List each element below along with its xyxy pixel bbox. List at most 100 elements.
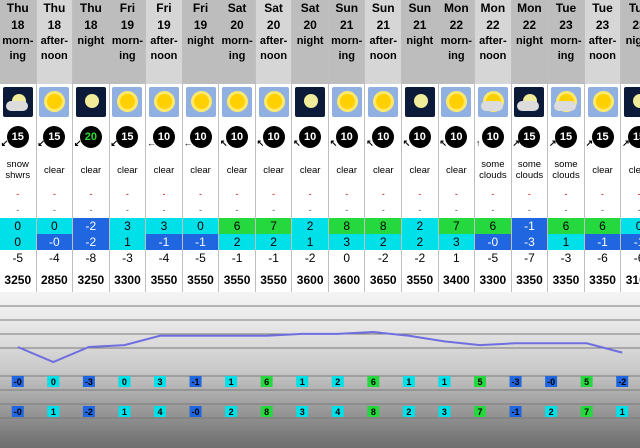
freezing-level-chart: -0 0 -3 0 3 -1 1 6 1 2 6 1 1 5 -3 -0 5 -2 -0 1 -2 1 4 -0 2 8 3 4 8 2 3… xyxy=(0,305,640,433)
wind-speed: 20 xyxy=(84,131,97,143)
day-label: Sun xyxy=(335,1,359,15)
weather-cell xyxy=(109,84,147,120)
rain-cell: - xyxy=(0,202,37,218)
freezing-level-cell: 3300 xyxy=(109,266,147,294)
rain-cell: - xyxy=(328,202,366,218)
date-label: 20 xyxy=(266,18,281,32)
snow-value: - xyxy=(381,189,385,199)
weather-description: clear xyxy=(44,164,65,176)
snow-cell: - xyxy=(291,186,329,202)
sw-arrow-icon: ↙ xyxy=(73,138,82,148)
wind-speed: 10 xyxy=(157,131,171,143)
temp-2000m-chip: -3 xyxy=(82,376,95,387)
temp-1500m-chip: 3 xyxy=(296,406,309,417)
temp-1500m-chip: 2 xyxy=(545,406,558,417)
wind-cell: ↙ 15 xyxy=(36,120,74,154)
wind-cell: ↖ 10 xyxy=(218,120,256,154)
wind-chill-value: -6 xyxy=(633,251,640,265)
sun-icon xyxy=(185,87,216,117)
wind-cell: ↖ 10 xyxy=(255,120,293,154)
freezing-level-cell: 3550 xyxy=(218,266,256,294)
weather-cell xyxy=(182,84,220,120)
temp-1500m-chip: -0 xyxy=(11,406,24,417)
date-label: 20 xyxy=(230,18,244,32)
period-label: ing xyxy=(9,50,27,62)
chill-cell: -5 xyxy=(182,250,220,266)
weather-icon-row xyxy=(0,84,640,120)
freezing-level-value: 3650 xyxy=(369,273,397,287)
description-cell: clear xyxy=(438,154,476,186)
max-temp-cell: 0 xyxy=(182,218,220,234)
period-label: after- xyxy=(479,35,507,47)
rain-value: - xyxy=(89,205,93,215)
rain-cell: - xyxy=(364,202,403,218)
wind-speed-badge: ↙ 15 xyxy=(37,126,66,148)
temp-2000m-chip: -0 xyxy=(545,376,558,387)
temp-2000m-value: 1 xyxy=(442,377,447,387)
wind-chill-value: -1 xyxy=(231,251,243,265)
weather-cell xyxy=(584,84,622,120)
wind-chill-value: -4 xyxy=(48,251,60,265)
max-temp-value: 0 xyxy=(197,219,204,233)
max-temp-cell: 6 xyxy=(474,218,512,234)
description-cell: clear xyxy=(401,154,439,186)
wind-chill-value: -2 xyxy=(377,251,389,265)
sw-arrow-icon: ↙ xyxy=(110,138,118,148)
temp-2000m-chip: -1 xyxy=(189,376,202,387)
chill-cell: -6 xyxy=(620,250,640,266)
period-label: after- xyxy=(40,35,69,47)
temp-1500m-value: 2 xyxy=(406,407,411,417)
temp-2000m-value: 6 xyxy=(264,377,269,387)
w-arrow-icon: ← xyxy=(183,138,193,148)
freezing-level-cell: 3600 xyxy=(291,266,329,294)
sun-icon xyxy=(39,87,70,117)
description-row: snow shwrs clear clear clear clear clear clear c… xyxy=(0,154,640,186)
temp-1500m-chip: 1 xyxy=(47,406,60,417)
rain-value: - xyxy=(381,205,385,215)
weather-cell xyxy=(511,84,549,120)
rain-cell: - xyxy=(438,202,476,218)
chill-cell: -1 xyxy=(218,250,256,266)
period-label: after- xyxy=(588,35,617,47)
max-temp-value: 7 xyxy=(452,219,460,233)
rain-value: - xyxy=(125,205,129,215)
min-temp-cell: -3 xyxy=(511,234,549,250)
date-label: 19 xyxy=(157,18,171,32)
weather-description: clear xyxy=(409,164,431,176)
period-label: night xyxy=(406,35,434,47)
rain-cell: - xyxy=(584,202,622,218)
max-temp-value: 8 xyxy=(379,219,387,233)
temp-2000m-value: 0 xyxy=(122,377,127,387)
temp-1500m-value: -1 xyxy=(512,407,520,417)
cloud-sun-icon xyxy=(550,87,581,117)
rain-cell: - xyxy=(72,202,110,218)
column-header: Sat 20 night xyxy=(291,0,329,84)
rain-cell: - xyxy=(511,202,549,218)
temp-1500m-value: 1 xyxy=(122,407,127,417)
wind-speed-badge: ↗15 xyxy=(549,126,577,148)
snow-value: - xyxy=(162,189,166,199)
temp-2000m-chip: 2 xyxy=(331,376,344,387)
wind-cell: ↙ 15 xyxy=(0,120,37,154)
temp-2000m-value: 5 xyxy=(584,377,589,387)
date-label: 18 xyxy=(84,18,98,32)
wind-speed: 10 xyxy=(267,131,280,143)
min-temp-value: -1 xyxy=(633,235,640,249)
rain-value: - xyxy=(454,205,458,215)
weather-cell xyxy=(255,84,293,120)
temp-1500m-value: 3 xyxy=(442,407,447,417)
temp-1500m-value: 7 xyxy=(477,407,482,417)
temp-1500m-value: 4 xyxy=(157,407,162,417)
temp-2000m-chip: 1 xyxy=(225,376,238,387)
day-label: Sat xyxy=(264,1,283,15)
freezing-level-cell: 3650 xyxy=(364,266,403,294)
rain-value: - xyxy=(16,205,20,215)
description-cell: some clouds xyxy=(474,154,512,186)
description-cell: clear xyxy=(255,154,293,186)
rain-value: - xyxy=(564,205,568,215)
temp-1500m-value: -2 xyxy=(85,407,93,417)
column-header: Sun 21 night xyxy=(401,0,439,84)
nw-arrow-icon: ↖ xyxy=(256,138,265,148)
weather-cell xyxy=(0,84,37,120)
max-temp-value: 2 xyxy=(416,219,424,233)
